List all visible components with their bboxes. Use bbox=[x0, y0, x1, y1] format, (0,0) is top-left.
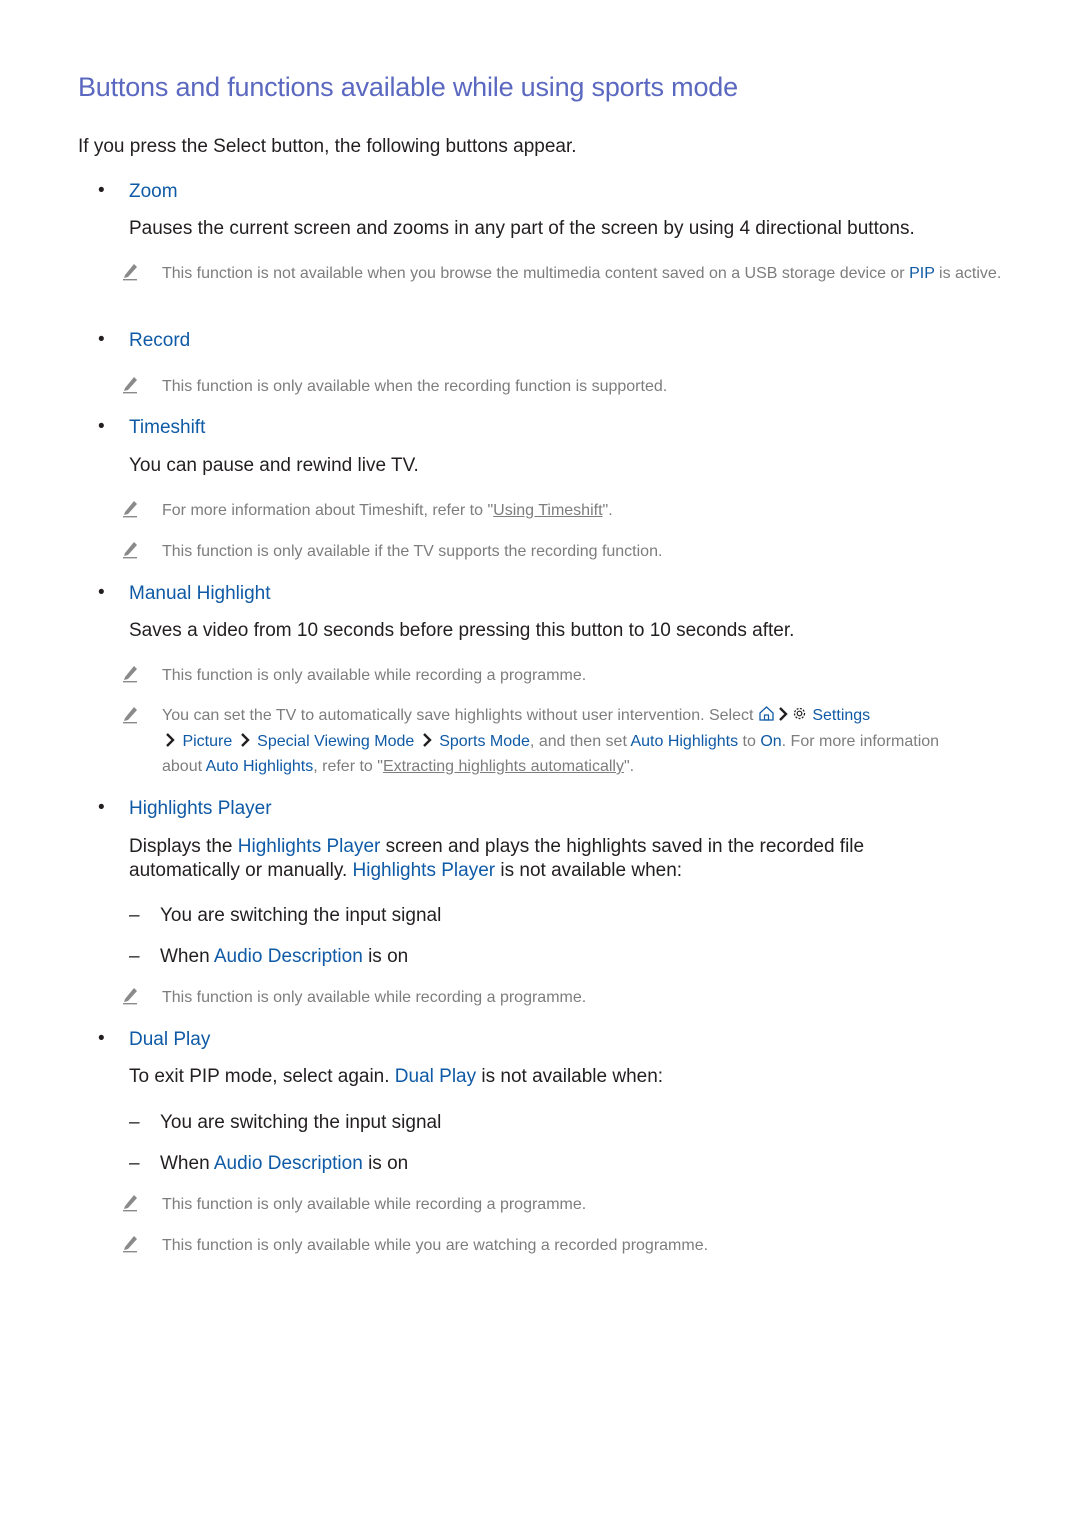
bullet-dot: • bbox=[98, 797, 105, 818]
pip-link[interactable]: PIP bbox=[909, 265, 935, 282]
gear-icon bbox=[793, 707, 806, 720]
item-description: You can pause and rewind live TV. bbox=[129, 455, 419, 476]
highlights-player-link[interactable]: Highlights Player bbox=[238, 836, 381, 857]
item-description: Displays the Highlights Player screen an… bbox=[129, 835, 919, 883]
home-icon bbox=[759, 706, 774, 721]
pencil-icon bbox=[123, 542, 137, 559]
note-text-part: is active. bbox=[934, 265, 1002, 282]
using-timeshift-link[interactable]: Using Timeshift bbox=[493, 502, 602, 519]
note-text: For more information about Timeshift, re… bbox=[162, 498, 1002, 524]
setting-value-on: On bbox=[760, 732, 782, 750]
chevron-right-icon bbox=[779, 707, 788, 721]
pencil-icon bbox=[123, 988, 137, 1005]
condition-part: When bbox=[160, 946, 214, 967]
note-text-part: ". bbox=[623, 758, 635, 775]
note-text: This function is only available while re… bbox=[162, 1196, 587, 1213]
note-text-auto-highlights: You can set the TV to automatically save… bbox=[162, 703, 962, 780]
pencil-icon bbox=[123, 1236, 137, 1253]
dash-marker: – bbox=[129, 946, 140, 967]
item-description: Saves a video from 10 seconds before pre… bbox=[129, 620, 795, 641]
setting-auto-highlights[interactable]: Auto Highlights bbox=[630, 733, 738, 750]
item-title-highlights-player: Highlights Player bbox=[129, 798, 272, 819]
pencil-icon bbox=[123, 707, 137, 724]
chevron-right-icon bbox=[166, 732, 175, 747]
condition-part: is on bbox=[362, 1153, 409, 1174]
bullet-dot: • bbox=[98, 416, 105, 437]
note-text: This function is only available while re… bbox=[162, 989, 587, 1006]
chevron-right-icon bbox=[422, 732, 432, 747]
pencil-icon bbox=[123, 1195, 137, 1212]
item-description: To exit PIP mode, select again. Dual Pla… bbox=[129, 1065, 663, 1089]
path-sports-mode[interactable]: Sports Mode bbox=[439, 733, 530, 750]
pencil-icon bbox=[123, 501, 137, 518]
item-title-manual-highlight: Manual Highlight bbox=[129, 583, 271, 604]
dash-marker: – bbox=[129, 905, 140, 926]
desc-part: is not available when: bbox=[495, 860, 683, 881]
bullet-dot: • bbox=[98, 1028, 105, 1049]
dash-marker: – bbox=[129, 1153, 140, 1174]
dash-marker: – bbox=[129, 1112, 140, 1133]
note-text-part: ". bbox=[602, 502, 613, 519]
note-text: This function is only available when the… bbox=[162, 378, 668, 395]
highlights-player-link[interactable]: Highlights Player bbox=[353, 860, 496, 881]
note-text-part: For more information about Timeshift, re… bbox=[162, 502, 494, 519]
bullet-dot: • bbox=[98, 582, 105, 603]
item-description: Pauses the current screen and zooms in a… bbox=[129, 218, 915, 239]
item-title-timeshift: Timeshift bbox=[129, 417, 206, 438]
desc-part: Displays the bbox=[129, 836, 238, 857]
note-text: This function is not available when you … bbox=[162, 261, 1002, 287]
condition-item: When Audio Description is on bbox=[160, 1153, 408, 1175]
condition-item: You are switching the input signal bbox=[160, 905, 442, 926]
chevron-right-icon bbox=[240, 732, 250, 747]
note-text-part: You can set the TV to automatically save… bbox=[162, 707, 758, 724]
audio-description-link[interactable]: Audio Description bbox=[214, 946, 363, 967]
note-text-part: , refer to " bbox=[313, 758, 383, 775]
item-title-dual-play: Dual Play bbox=[129, 1029, 211, 1050]
note-text: This function is only available while yo… bbox=[162, 1237, 709, 1254]
note-text-part: This function is not available when you … bbox=[162, 265, 910, 282]
pencil-icon bbox=[123, 377, 137, 394]
bullet-dot: • bbox=[98, 180, 105, 201]
note-text: This function is only available if the T… bbox=[162, 543, 663, 560]
extracting-highlights-link[interactable]: Extracting highlights automatically bbox=[383, 758, 624, 775]
note-text-part: , and then set bbox=[529, 732, 631, 750]
dual-play-link[interactable]: Dual Play bbox=[395, 1066, 476, 1087]
condition-part: is on bbox=[362, 946, 409, 967]
desc-part: is not available when: bbox=[476, 1066, 664, 1087]
note-text-part: to bbox=[738, 732, 761, 750]
audio-description-link[interactable]: Audio Description bbox=[214, 1153, 363, 1174]
pencil-icon bbox=[123, 666, 137, 683]
path-picture[interactable]: Picture bbox=[182, 733, 232, 750]
section-heading: Buttons and functions available while us… bbox=[78, 72, 738, 102]
intro-text: If you press the Select button, the foll… bbox=[78, 136, 577, 157]
bullet-dot: • bbox=[98, 329, 105, 350]
path-special-viewing-mode[interactable]: Special Viewing Mode bbox=[257, 733, 414, 750]
pencil-icon bbox=[123, 264, 137, 281]
desc-part: To exit PIP mode, select again. bbox=[129, 1066, 395, 1087]
path-settings[interactable]: Settings bbox=[812, 707, 870, 724]
condition-item: When Audio Description is on bbox=[160, 946, 408, 968]
condition-item: You are switching the input signal bbox=[160, 1112, 442, 1133]
condition-part: When bbox=[160, 1153, 214, 1174]
item-title-zoom: Zoom bbox=[129, 181, 178, 202]
setting-auto-highlights[interactable]: Auto Highlights bbox=[206, 758, 314, 775]
item-title-record: Record bbox=[129, 330, 191, 351]
note-text: This function is only available while re… bbox=[162, 667, 587, 684]
